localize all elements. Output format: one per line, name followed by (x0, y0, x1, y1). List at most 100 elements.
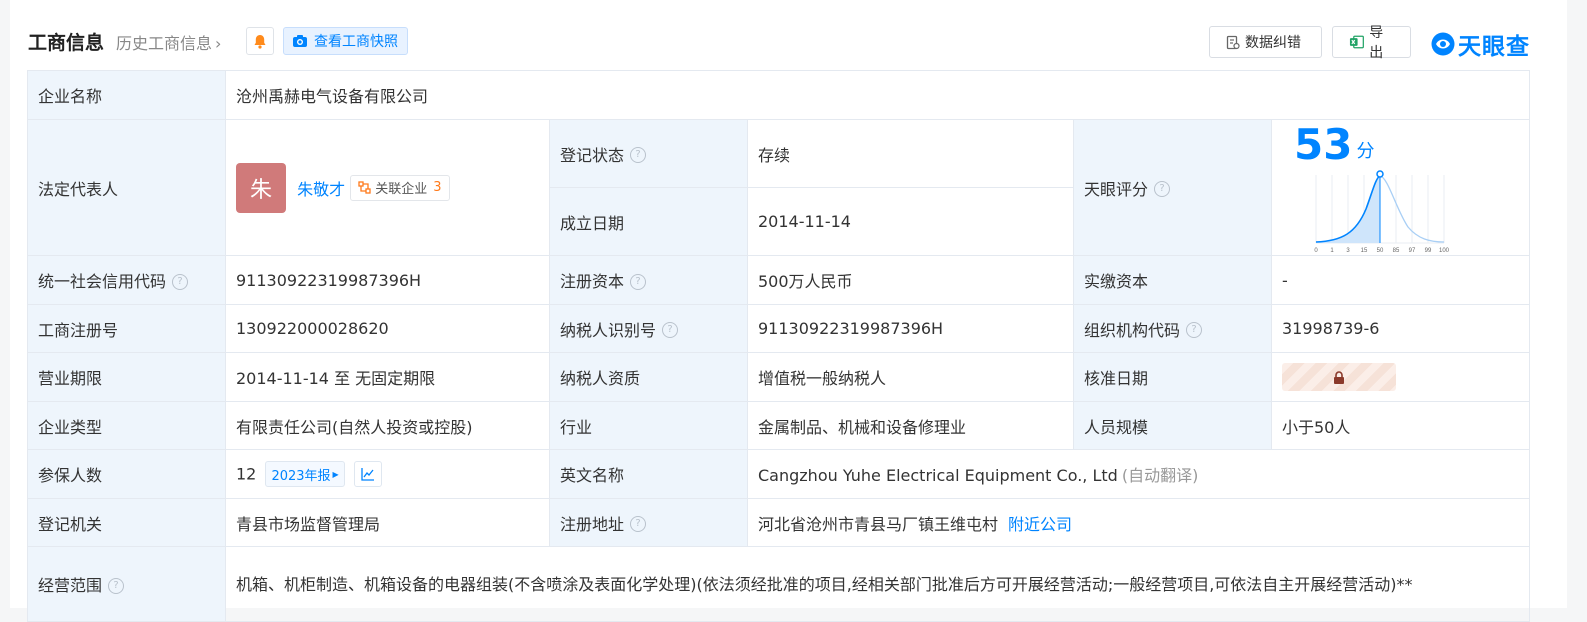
score-distribution-chart: 0 1 3 15 50 85 97 99 100 (1314, 170, 1450, 254)
data-correction-button[interactable]: 数据纠错 (1209, 26, 1322, 58)
legal-rep-avatar[interactable]: 朱 (236, 162, 286, 213)
score-axis-tick: 1 (1330, 248, 1334, 254)
staff-size-label: 人员规模 (1073, 401, 1272, 450)
industry-value: 金属制品、机械和设备修理业 (747, 401, 1074, 450)
score-axis-tick: 97 (1409, 248, 1416, 254)
org-code-label: 组织机构代码 (1084, 320, 1181, 340)
score-axis-tick: 50 (1377, 248, 1384, 254)
score-cell[interactable]: 53 分 0 1 3 15 50 85 97 99 100 (1270, 119, 1531, 256)
credit-code-value: 91130922319987396H (225, 255, 550, 305)
bell-icon (254, 34, 266, 49)
reg-status-value: 存续 (747, 119, 1074, 188)
annual-report-tag[interactable]: 2023年报 ▶ (265, 461, 345, 487)
score-axis-tick: 3 (1346, 248, 1350, 254)
caret-right-icon: ▶ (332, 469, 339, 479)
table-row: 企业名称 沧州禹赫电气设备有限公司 (27, 70, 1531, 120)
reg-status-label: 登记状态 (560, 145, 625, 165)
snapshot-button-label: 查看工商快照 (314, 34, 398, 50)
reg-capital-label: 注册资本 (560, 272, 625, 291)
help-icon[interactable]: ? (630, 147, 647, 163)
trend-chart-button[interactable] (353, 461, 382, 487)
section-header: 工商信息 历史工商信息 › 查看工商快照 数据纠错 导出 天眼查 (10, 0, 1567, 70)
address-value: 河北省沧州市青县马厂镇王维屯村 (758, 514, 999, 534)
chevron-right-icon: › (215, 34, 222, 53)
table-row: 营业期限 2014-11-14 至 无固定期限 纳税人资质 增值税一般纳税人 核… (27, 352, 1531, 402)
english-name-value: Cangzhou Yuhe Electrical Equipment Co., … (758, 466, 1118, 485)
address-label: 注册地址 (560, 514, 625, 534)
help-icon[interactable]: ? (1154, 181, 1171, 197)
authority-value: 青县市场监督管理局 (225, 498, 550, 547)
export-label: 导出 (1369, 25, 1384, 61)
reg-capital-value: 500万人民币 (747, 255, 1074, 305)
history-link-label: 历史工商信息 (116, 34, 213, 53)
help-icon[interactable]: ? (1186, 322, 1203, 338)
table-row: 企业类型 有限责任公司(自然人投资或控股) 行业 金属制品、机械和设备修理业 人… (27, 401, 1531, 450)
related-companies-label: 关联企业 (375, 182, 428, 197)
scope-label-cell: 经营范围? (27, 546, 226, 622)
bell-button[interactable] (246, 27, 274, 55)
related-companies-tag[interactable]: 关联企业 3 (350, 174, 450, 201)
type-label: 企业类型 (27, 401, 226, 450)
data-correction-label: 数据纠错 (1245, 35, 1301, 51)
table-row: 工商注册号 130922000028620 纳税人识别号? 9113092231… (27, 304, 1531, 353)
table-row: 登记机关 青县市场监督管理局 注册地址? 河北省沧州市青县马厂镇王维屯村 附近公司 (27, 498, 1531, 547)
legal-rep-cell: 朱 朱敬才 关联企业 3 (225, 119, 550, 256)
taxpayer-qual-value: 增值税一般纳税人 (747, 352, 1074, 402)
english-name-label: 英文名称 (549, 449, 748, 499)
founded-label: 成立日期 (549, 187, 748, 256)
brand-name: 天眼查 (1458, 34, 1530, 60)
score-label: 天眼评分 (1084, 179, 1149, 199)
excel-icon (1349, 35, 1364, 49)
founded-value: 2014-11-14 (747, 187, 1074, 256)
score-unit: 分 (1356, 141, 1375, 162)
paid-capital-value: - (1270, 255, 1531, 305)
biz-reg-no-value: 130922000028620 (225, 304, 550, 353)
address-cell: 河北省沧州市青县马厂镇王维屯村 附近公司 (746, 498, 1531, 547)
taxpayer-id-label: 纳税人识别号 (560, 320, 657, 340)
history-link[interactable]: 历史工商信息 › (116, 30, 221, 54)
score-axis-tick: 85 (1393, 248, 1400, 254)
authority-label: 登记机关 (27, 498, 226, 547)
brand-logo: 天眼查 (1430, 27, 1530, 61)
help-icon[interactable]: ? (630, 273, 647, 290)
help-icon[interactable]: ? (108, 577, 125, 594)
tianyancha-logo-icon (1431, 32, 1455, 56)
correction-icon (1226, 35, 1240, 49)
biz-reg-no-label: 工商注册号 (27, 304, 226, 353)
scope-value: 机箱、机柜制造、机箱设备的电器组装(不含喷涂及表面化学处理)(依法须经批准的项目… (224, 546, 1531, 622)
company-name-value: 沧州禹赫电气设备有限公司 (224, 70, 1531, 120)
score-axis-tick: 99 (1425, 248, 1432, 254)
business-info-table: 企业名称 沧州禹赫电气设备有限公司 法定代表人 朱 朱敬才 关联企业 3 登记状态… (27, 70, 1531, 622)
help-icon[interactable]: ? (172, 273, 189, 290)
paid-capital-label: 实缴资本 (1073, 255, 1272, 305)
help-icon[interactable]: ? (630, 516, 647, 532)
export-button[interactable]: 导出 (1332, 25, 1411, 61)
staff-size-value: 小于50人 (1270, 401, 1531, 450)
help-icon[interactable]: ? (662, 322, 679, 338)
score-axis-tick: 15 (1361, 248, 1368, 254)
scope-label: 经营范围 (38, 576, 103, 595)
legal-rep-label: 法定代表人 (27, 119, 226, 256)
credit-code-label-cell: 统一社会信用代码? (27, 255, 226, 305)
address-label-cell: 注册地址? (549, 498, 748, 547)
reg-status-label-cell: 登记状态? (549, 119, 748, 188)
legal-rep-name-link[interactable]: 朱敬才 (297, 180, 345, 199)
auto-translate-note: (自动翻译) (1121, 466, 1199, 485)
credit-code-label: 统一社会信用代码 (38, 272, 167, 291)
score-axis-tick: 100 (1439, 248, 1450, 254)
insured-label: 参保人数 (27, 449, 226, 499)
insured-cell: 12 2023年报 ▶ (225, 449, 550, 499)
score-label-cell: 天眼评分? (1073, 119, 1272, 256)
line-chart-icon (361, 468, 374, 481)
org-code-label-cell: 组织机构代码? (1073, 304, 1272, 353)
industry-label: 行业 (549, 401, 748, 450)
table-row: 法定代表人 朱 朱敬才 关联企业 3 登记状态? 存续 天眼评分? 53 分 0… (27, 119, 1531, 256)
table-row: 经营范围? 机箱、机柜制造、机箱设备的电器组装(不含喷涂及表面化学处理)(依法须… (27, 546, 1531, 622)
score-marker (1376, 170, 1384, 178)
snapshot-button[interactable]: 查看工商快照 (283, 27, 408, 55)
term-value: 2014-11-14 至 无固定期限 (225, 352, 550, 402)
nearby-companies-link[interactable]: 附近公司 (1008, 515, 1072, 534)
org-code-value: 31998739-6 (1270, 304, 1531, 353)
locked-content[interactable] (1282, 363, 1396, 391)
company-name-label: 企业名称 (27, 70, 226, 120)
